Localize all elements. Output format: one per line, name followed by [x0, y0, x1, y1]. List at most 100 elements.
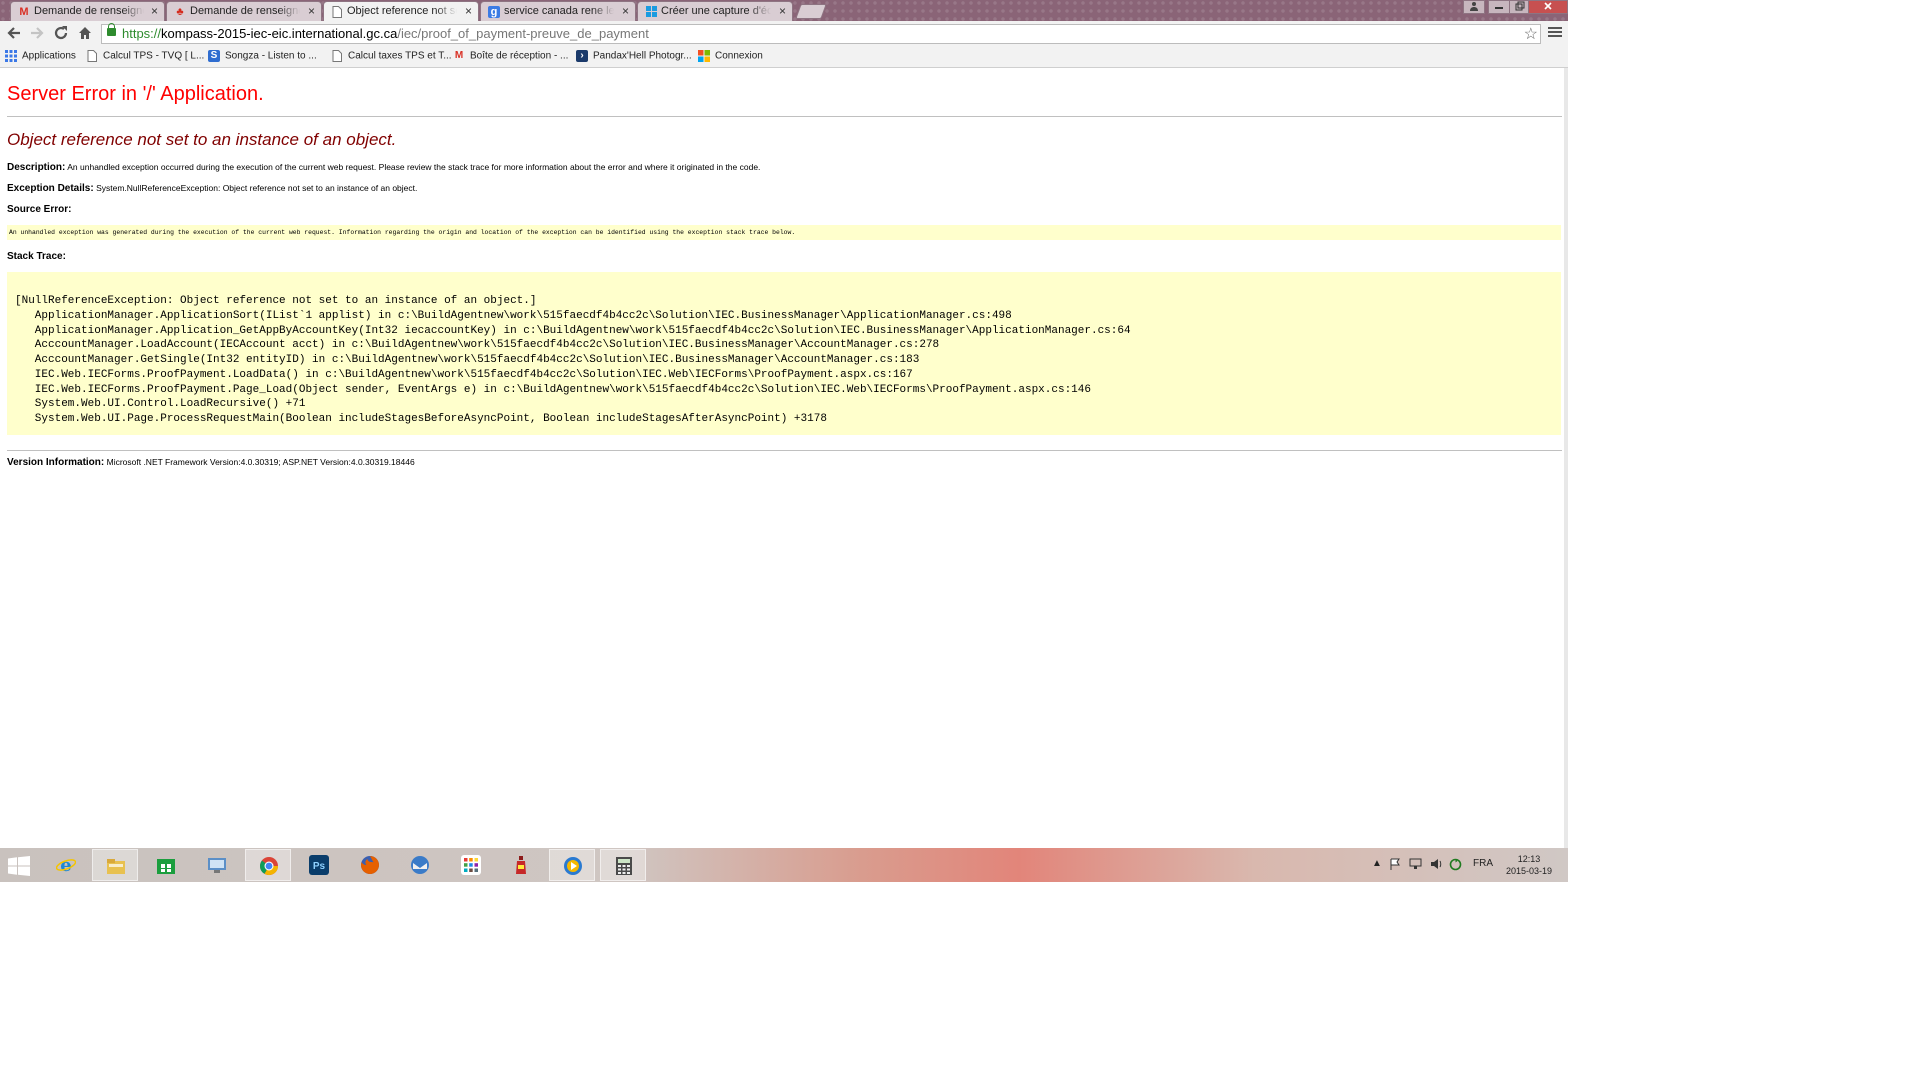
- description-text: An unhandled exception occurred during t…: [67, 162, 761, 172]
- stack-trace-line: AcccountManager.LoadAccount(IECAccount a…: [15, 339, 940, 351]
- tab-close-icon[interactable]: ×: [622, 4, 629, 18]
- source-error-text: An unhandled exception was generated dur…: [9, 229, 796, 236]
- windows-icon: [698, 50, 710, 62]
- address-bar[interactable]: https://kompass-2015-iec-eic.internation…: [101, 23, 1541, 44]
- bookmark-boite-reception[interactable]: M Boîte de réception - ...: [453, 50, 569, 64]
- tab-canada-demande[interactable]: ♣ Demande de renseignements ×: [166, 1, 322, 21]
- bookmark-applications[interactable]: Applications: [5, 50, 76, 64]
- tab-close-icon[interactable]: ×: [779, 4, 786, 18]
- forward-button[interactable]: [28, 25, 46, 43]
- canada-maple-leaf-icon: ♣: [176, 6, 184, 18]
- taskbar-file-explorer[interactable]: [92, 849, 138, 881]
- apps-grid-icon: [461, 855, 481, 875]
- clock-date: 2015-03-19: [1505, 866, 1553, 876]
- page-icon: [331, 6, 343, 18]
- start-button[interactable]: [8, 856, 30, 876]
- version-text: Microsoft .NET Framework Version:4.0.303…: [106, 457, 415, 467]
- menu-bar: [1548, 27, 1562, 29]
- taskbar-apps-grid[interactable]: [448, 849, 494, 881]
- back-button[interactable]: [5, 25, 23, 43]
- thunderbird-icon: [411, 856, 429, 874]
- bookmark-star-icon[interactable]: ☆: [1524, 24, 1538, 44]
- new-tab-button[interactable]: [795, 4, 827, 19]
- stack-trace-line: IEC.Web.IECForms.ProofPayment.Page_Load(…: [15, 384, 1091, 396]
- url-host: kompass-2015-iec-eic.international.gc.ca: [161, 26, 398, 41]
- taskbar-firefox[interactable]: [347, 849, 393, 881]
- stack-trace-line: ApplicationManager.ApplicationSort(IList…: [15, 310, 1012, 322]
- tab-label: Object reference not set to an instance: [347, 5, 457, 17]
- svg-text:e: e: [60, 855, 71, 875]
- network-icon[interactable]: [1409, 858, 1422, 873]
- version-label: Version Information:: [7, 457, 105, 468]
- chrome-icon: [260, 857, 278, 876]
- description-paragraph: Description: An unhandled exception occu…: [7, 162, 760, 173]
- tab-capture-ecran[interactable]: Créer une capture d'écran ×: [637, 1, 793, 21]
- action-center-flag-icon[interactable]: [1389, 858, 1401, 873]
- red-bottle-icon: [516, 856, 526, 874]
- chrome-menu-button[interactable]: [1548, 25, 1562, 41]
- exception-label: Exception Details:: [7, 183, 94, 194]
- divider: [7, 450, 1562, 451]
- tab-label: Créer une capture d'écran: [661, 5, 771, 17]
- taskbar-calculator[interactable]: [600, 849, 646, 881]
- divider: [7, 116, 1562, 117]
- home-button[interactable]: [76, 25, 94, 43]
- page-icon: [331, 50, 343, 62]
- taskbar-control-panel[interactable]: [194, 849, 240, 881]
- stack-trace-line: ApplicationManager.Application_GetAppByA…: [15, 325, 1131, 337]
- close-window-button[interactable]: [1528, 0, 1568, 14]
- calculator-icon: [616, 857, 632, 875]
- bookmark-pandax-hell[interactable]: › Pandax'Hell Photogr...: [576, 50, 692, 64]
- vertical-scrollbar[interactable]: [1564, 68, 1568, 848]
- tab-label: Demande de renseignements: [190, 5, 300, 17]
- bookmark-songza[interactable]: S Songza - Listen to ...: [208, 50, 317, 64]
- windows-icon: [645, 6, 657, 18]
- system-clock[interactable]: 12:13 2015-03-19: [1505, 853, 1553, 877]
- taskbar-thunderbird[interactable]: [397, 849, 443, 881]
- bookmark-calcul-tps-tvq[interactable]: Calcul TPS - TVQ [ L...: [86, 50, 204, 64]
- store-icon: [157, 859, 175, 874]
- tab-close-icon[interactable]: ×: [308, 4, 315, 18]
- home-icon: [79, 27, 91, 39]
- bookmark-calcul-taxes[interactable]: Calcul taxes TPS et T...: [331, 50, 452, 64]
- bookmarks-bar: Applications Calcul TPS - TVQ [ L... S So…: [0, 47, 1568, 68]
- taskbar-store[interactable]: [143, 849, 189, 881]
- stack-trace-line: [NullReferenceException: Object referenc…: [15, 295, 537, 307]
- tab-strip: M Demande de renseignements × ♣ Demande …: [0, 0, 1568, 21]
- bookmark-connexion[interactable]: Connexion: [698, 50, 763, 64]
- bookmark-label: Connexion: [715, 50, 763, 62]
- tab-google-search[interactable]: g service canada rene levesque ×: [480, 1, 636, 21]
- tab-label: Demande de renseignements: [34, 5, 144, 17]
- reload-button[interactable]: [52, 25, 70, 43]
- volume-icon[interactable]: [1430, 858, 1443, 873]
- stack-trace-line: System.Web.UI.Control.LoadRecursive() +7…: [15, 398, 306, 410]
- input-language[interactable]: FRA: [1473, 858, 1493, 869]
- tab-close-icon[interactable]: ×: [151, 4, 158, 18]
- tab-close-icon[interactable]: ×: [465, 4, 472, 18]
- gmail-icon: M: [19, 6, 29, 18]
- bookmark-label: Applications: [22, 50, 76, 62]
- url-text: https://kompass-2015-iec-eic.internation…: [122, 26, 649, 41]
- minimize-button[interactable]: [1488, 0, 1510, 14]
- taskbar-internet-explorer[interactable]: e: [43, 849, 89, 881]
- sync-icon[interactable]: [1449, 858, 1462, 874]
- lock-icon: [107, 23, 116, 36]
- show-hidden-icons-icon[interactable]: ▲: [1372, 858, 1382, 869]
- user-profile-icon[interactable]: [1463, 0, 1485, 14]
- taskbar-chrome[interactable]: [245, 849, 291, 881]
- control-panel-icon: [208, 858, 226, 873]
- page-icon: [86, 50, 98, 62]
- taskbar-red-bottle[interactable]: [498, 849, 544, 881]
- tab-gmail-demande[interactable]: M Demande de renseignements ×: [10, 1, 165, 21]
- exception-paragraph: Exception Details: System.NullReferenceE…: [7, 183, 417, 194]
- url-scheme: https://: [122, 26, 162, 41]
- bookmark-label: Calcul TPS - TVQ [ L...: [103, 50, 205, 62]
- apps-grid-icon: [5, 50, 17, 62]
- taskbar-media-player[interactable]: [549, 849, 595, 881]
- songza-icon: S: [208, 50, 220, 62]
- stack-trace-line: AcccountManager.GetSingle(Int32 entityID…: [15, 354, 920, 366]
- tab-object-reference[interactable]: Object reference not set to an instance …: [323, 1, 479, 21]
- source-error-box: An unhandled exception was generated dur…: [7, 225, 1561, 240]
- stack-trace-box: [NullReferenceException: Object referenc…: [7, 272, 1561, 435]
- taskbar-photoshop[interactable]: Ps: [296, 849, 342, 881]
